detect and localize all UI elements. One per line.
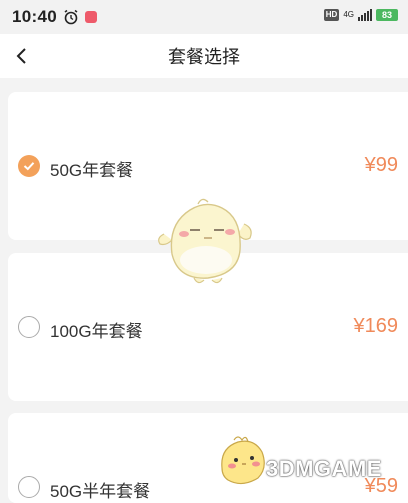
radio-unchecked-icon[interactable] <box>18 476 40 498</box>
plan-name: 50G年套餐 <box>50 161 134 180</box>
network-label: 4G <box>343 10 354 19</box>
status-indicators: HD 4G 83 <box>323 9 398 21</box>
status-bar: 10:40 HD 4G 83 <box>0 0 408 34</box>
chevron-left-icon <box>16 48 26 64</box>
plan-price: ¥99 <box>364 154 398 176</box>
plan-name: 100G年套餐 <box>50 322 143 341</box>
radio-unchecked-icon[interactable] <box>18 316 40 338</box>
plan-option-50g-year[interactable]: 50G年套餐 ¥99 <box>8 92 408 240</box>
network-type: 4G <box>343 11 354 19</box>
status-time: 10:40 <box>12 7 57 26</box>
nav-bar: 套餐选择 <box>0 34 408 78</box>
notification-app-icon <box>84 11 97 23</box>
watermark-text: 3DMGAME <box>266 456 382 481</box>
radio-checked-icon[interactable] <box>18 155 40 177</box>
alarm-icon <box>64 9 78 25</box>
battery-icon: 83 <box>376 9 398 21</box>
plan-option-100g-year[interactable]: 100G年套餐 ¥169 <box>8 253 408 401</box>
back-button[interactable] <box>8 42 36 70</box>
plan-name: 50G半年套餐 <box>50 482 151 501</box>
checkmark-icon <box>23 162 35 171</box>
plan-price: ¥169 <box>353 315 399 337</box>
page-title: 套餐选择 <box>168 47 240 67</box>
signal-icon <box>358 9 372 21</box>
hd-icon: HD <box>323 9 340 21</box>
